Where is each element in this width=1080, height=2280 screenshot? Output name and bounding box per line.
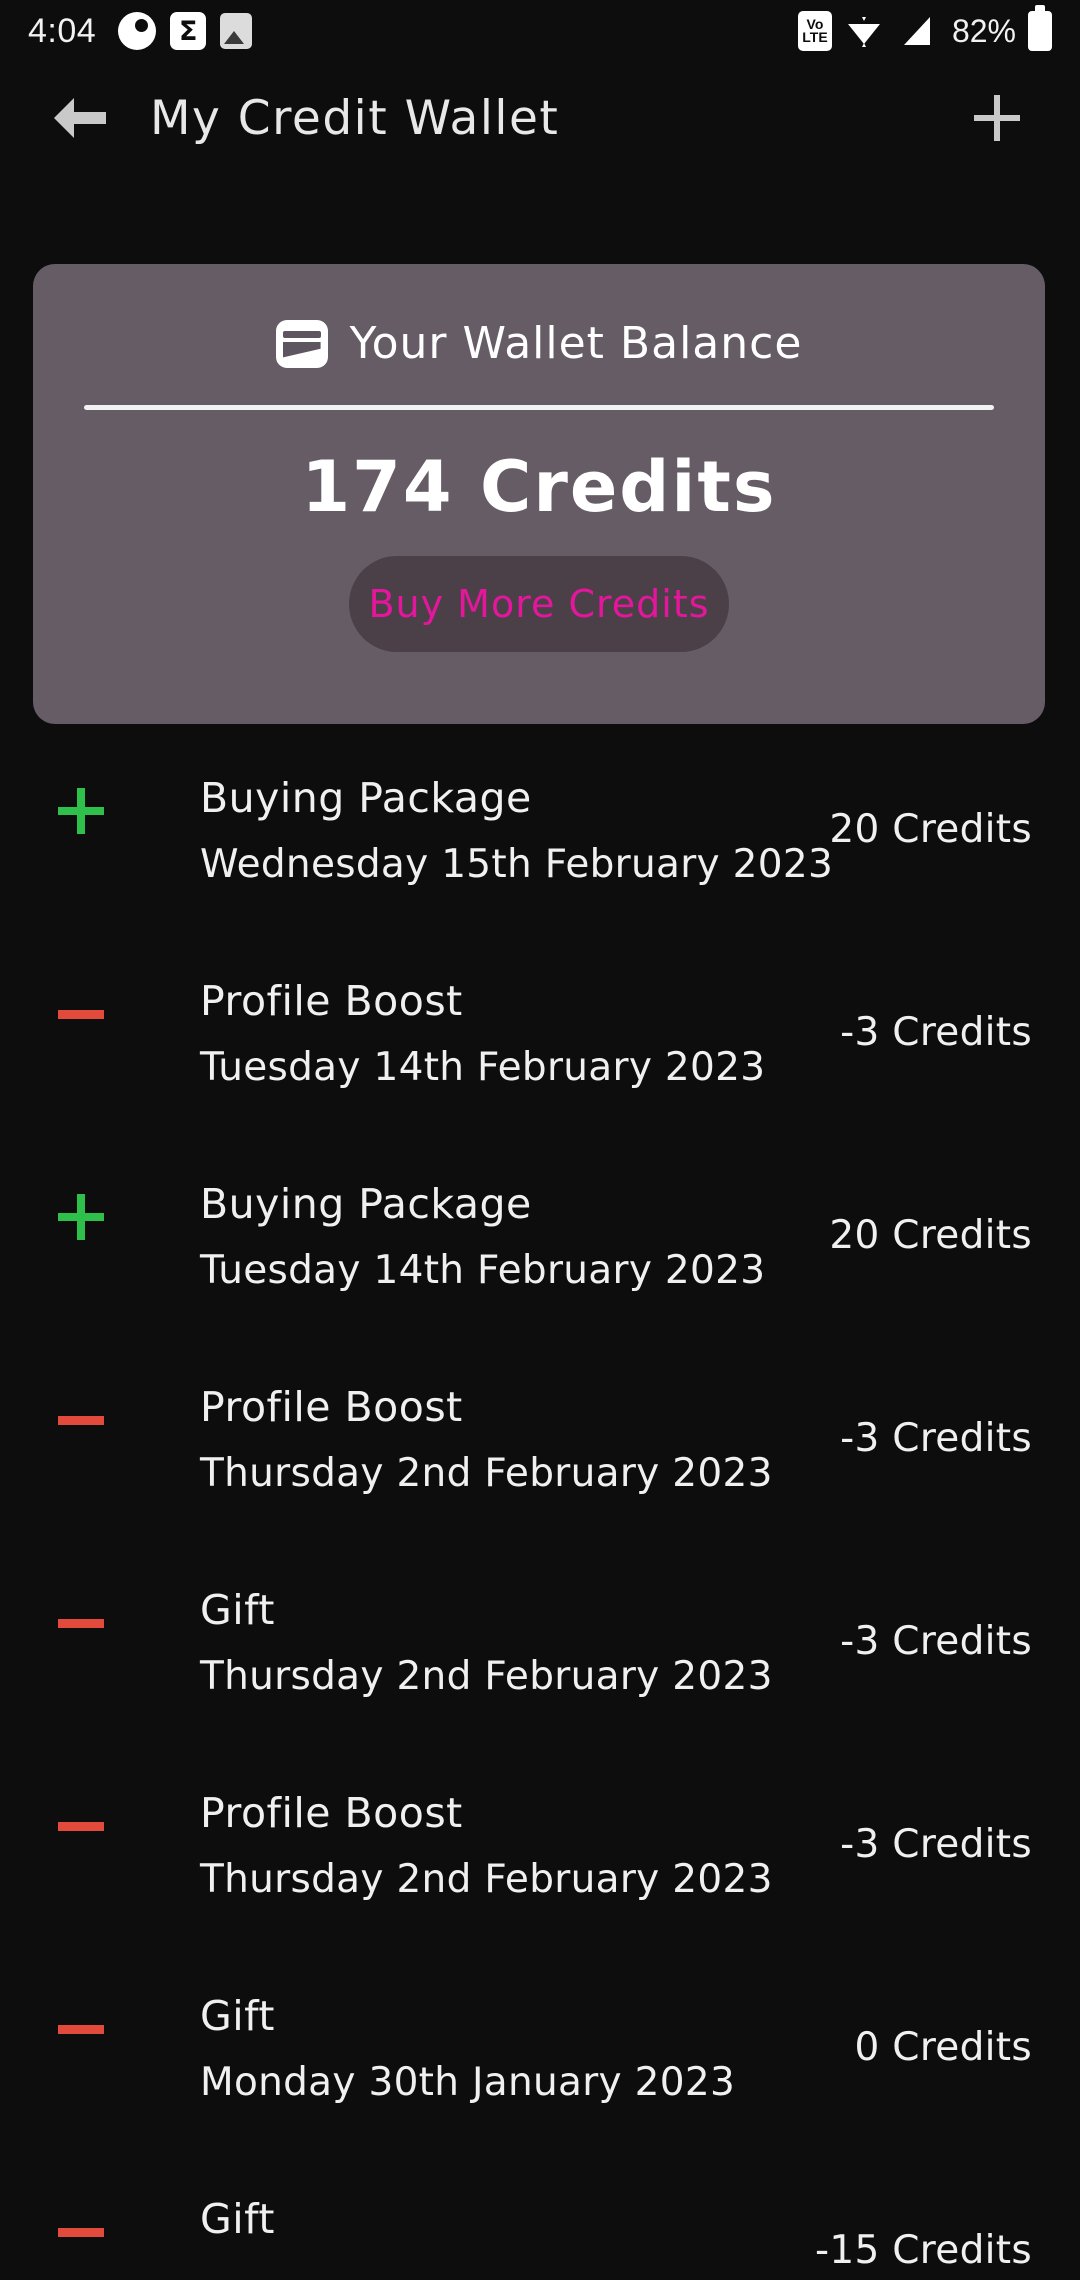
wallet-heading: Your Wallet Balance bbox=[349, 318, 803, 369]
transaction-date: Thursday 2nd February 2023 bbox=[200, 1451, 773, 1496]
transaction-amount: -3 Credits bbox=[840, 1822, 1032, 1867]
transaction-sign bbox=[58, 1397, 104, 1443]
debit-minus-icon bbox=[58, 1803, 104, 1849]
transaction-title: Profile Boost bbox=[200, 1789, 463, 1837]
transaction-sign bbox=[58, 2006, 104, 2052]
transaction-amount: -3 Credits bbox=[840, 1416, 1032, 1461]
transaction-title: Gift bbox=[200, 2195, 275, 2243]
transaction-date: Monday 30th January 2023 bbox=[200, 2060, 736, 2105]
contact-notification-icon bbox=[118, 12, 157, 50]
volte-icon: Vo LTE bbox=[797, 11, 832, 51]
buy-more-credits-button[interactable]: Buy More Credits bbox=[349, 556, 729, 652]
transaction-title: Profile Boost bbox=[200, 1383, 463, 1431]
debit-minus-icon bbox=[58, 2209, 104, 2255]
wallet-balance-amount: 174 Credits bbox=[301, 446, 777, 528]
debit-minus-icon bbox=[58, 1600, 104, 1646]
transaction-amount: -15 Credits bbox=[814, 2228, 1032, 2273]
debit-minus-icon bbox=[58, 991, 104, 1037]
transaction-amount: 0 Credits bbox=[854, 2025, 1032, 2070]
transaction-title: Buying Package bbox=[200, 774, 532, 822]
notification-icons: Σ bbox=[118, 12, 253, 50]
transaction-date: Tuesday 14th February 2023 bbox=[200, 1045, 766, 1090]
transaction-row[interactable]: Profile Boost Thursday 2nd February 2023 -… bbox=[0, 1775, 1080, 1978]
arrow-left-icon bbox=[54, 98, 106, 138]
transaction-row[interactable]: Profile Boost Thursday 2nd February 2023 -… bbox=[0, 1369, 1080, 1572]
transaction-sign bbox=[58, 991, 104, 1037]
credit-plus-icon bbox=[58, 788, 104, 834]
page-title: My Credit Wallet bbox=[150, 90, 560, 146]
app-bar: My Credit Wallet bbox=[0, 62, 1080, 174]
wallet-card-header: Your Wallet Balance bbox=[275, 318, 803, 369]
buy-more-credits-label: Buy More Credits bbox=[368, 582, 710, 626]
transaction-title: Gift bbox=[200, 1586, 275, 1634]
battery-percent-label: 82% bbox=[951, 12, 1016, 49]
transaction-amount: -3 Credits bbox=[840, 1619, 1032, 1664]
transaction-sign bbox=[58, 1803, 104, 1849]
transaction-date: Wednesday 15th February 2023 bbox=[200, 842, 834, 887]
transaction-sign bbox=[58, 1194, 104, 1240]
back-button[interactable] bbox=[32, 70, 128, 166]
wallet-icon bbox=[275, 319, 328, 368]
transaction-row[interactable]: Gift -15 Credits bbox=[0, 2181, 1080, 2280]
transaction-row[interactable]: Buying Package Wednesday 15th February 20… bbox=[0, 760, 1080, 963]
wallet-balance-card: Your Wallet Balance 174 Credits Buy More… bbox=[33, 264, 1045, 724]
wifi-icon bbox=[844, 13, 884, 49]
transaction-title: Buying Package bbox=[200, 1180, 532, 1228]
transaction-sign bbox=[58, 2209, 104, 2255]
transaction-row[interactable]: Buying Package Tuesday 14th February 2023… bbox=[0, 1166, 1080, 1369]
transaction-amount: -3 Credits bbox=[840, 1010, 1032, 1055]
transaction-title: Gift bbox=[200, 1992, 275, 2040]
volte-bottom-label: LTE bbox=[802, 29, 828, 45]
transaction-amount: 20 Credits bbox=[829, 807, 1032, 852]
plus-icon bbox=[974, 95, 1020, 141]
transaction-sign bbox=[58, 1600, 104, 1646]
transaction-amount: 20 Credits bbox=[829, 1213, 1032, 1258]
transaction-row[interactable]: Gift Thursday 2nd February 2023 -3 Credits bbox=[0, 1572, 1080, 1775]
wallet-divider bbox=[84, 405, 994, 410]
signal-icon bbox=[896, 13, 936, 49]
credit-plus-icon bbox=[58, 1194, 104, 1240]
status-bar-clock: 4:04 bbox=[28, 11, 97, 50]
debit-minus-icon bbox=[58, 1397, 104, 1443]
add-credits-button[interactable] bbox=[960, 81, 1034, 155]
battery-icon bbox=[1028, 5, 1052, 51]
status-indicators: Vo LTE 82% bbox=[797, 5, 1052, 51]
transaction-date: Tuesday 14th February 2023 bbox=[200, 1248, 766, 1293]
transaction-list[interactable]: Buying Package Wednesday 15th February 20… bbox=[0, 760, 1080, 2280]
transaction-row[interactable]: Gift Monday 30th January 2023 0 Credits bbox=[0, 1978, 1080, 2181]
transaction-date: Thursday 2nd February 2023 bbox=[200, 1654, 773, 1699]
sigma-app-icon: Σ bbox=[170, 12, 207, 50]
debit-minus-icon bbox=[58, 2006, 104, 2052]
transaction-date: Thursday 2nd February 2023 bbox=[200, 1857, 773, 1902]
transaction-sign bbox=[58, 788, 104, 834]
photo-icon bbox=[220, 13, 253, 49]
status-bar: 4:04 Σ Vo LTE 82% bbox=[0, 0, 1080, 62]
transaction-row[interactable]: Profile Boost Tuesday 14th February 2023 -… bbox=[0, 963, 1080, 1166]
transaction-title: Profile Boost bbox=[200, 977, 463, 1025]
